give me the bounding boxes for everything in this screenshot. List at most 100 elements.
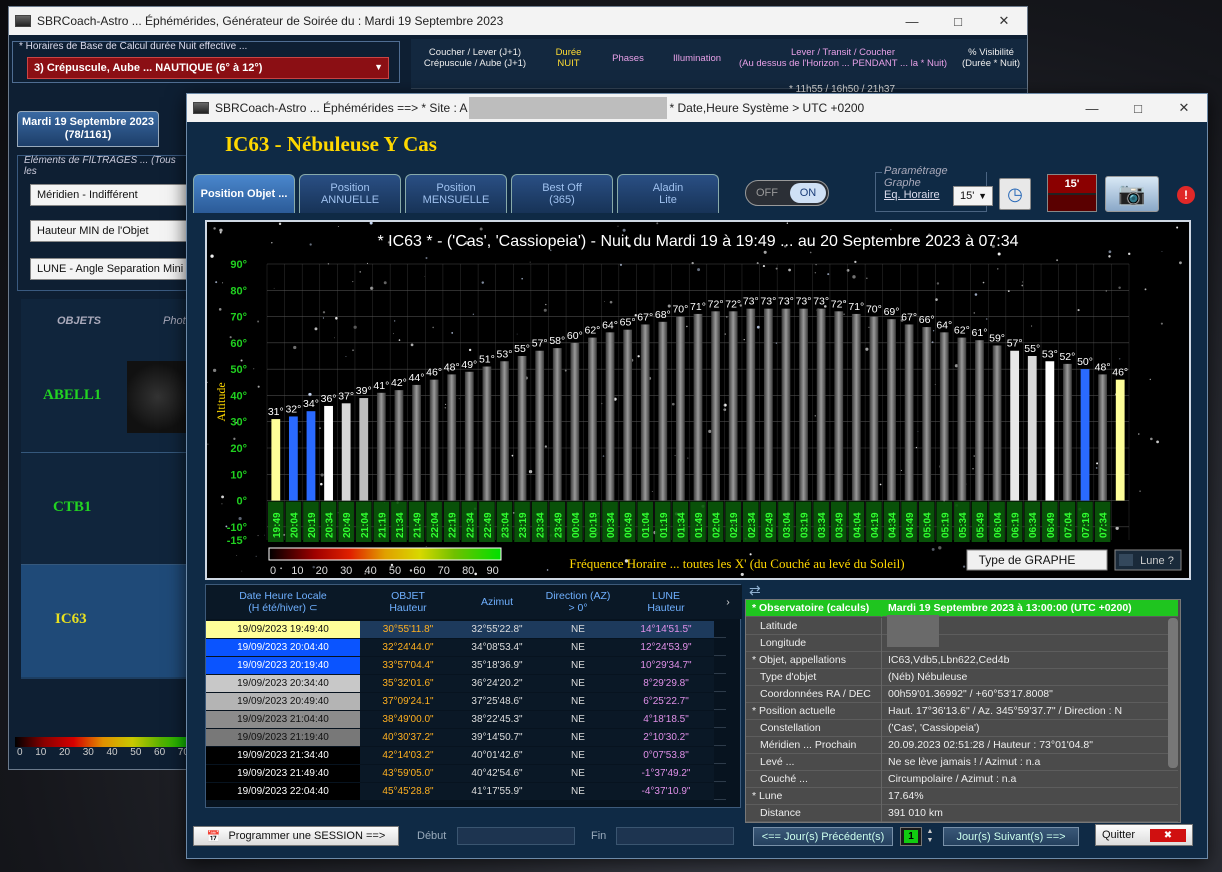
object-row-selected[interactable]: IC63	[21, 565, 189, 677]
x-tick-label: 03:34	[817, 512, 828, 538]
altitude-bar	[728, 311, 738, 501]
table-row[interactable]: 19/09/2023 19:49:40 30°55'11.8" 32°55'22.8…	[206, 621, 726, 638]
col-azimut[interactable]: Azimut	[456, 585, 538, 619]
scale-tick: 50	[130, 747, 142, 758]
crepuscule-select[interactable]: 3) Crépuscule, Aube ... NAUTIQUE (6° à 1…	[27, 57, 389, 79]
swap-arrows-icon[interactable]: ⇄	[749, 582, 761, 599]
close-icon[interactable]: ✕	[1161, 94, 1207, 122]
fin-input[interactable]	[616, 827, 734, 845]
table-row[interactable]: 19/09/2023 21:34:40 42°14'03.2" 40°01'42.6…	[206, 747, 726, 764]
grid-header: Date Heure Locale (H été/hiver) ⊂ OBJET …	[206, 585, 742, 619]
x-tick-label: 00:19	[588, 512, 599, 538]
eq-select[interactable]: 15' ▼	[953, 186, 993, 206]
altitude-bar	[447, 374, 457, 501]
previous-day-button[interactable]: <== Jour(s) Précédent(s)	[753, 827, 893, 846]
col-objet-hauteur[interactable]: OBJET Hauteur	[360, 585, 456, 619]
table-row[interactable]: 19/09/2023 21:49:40 43°59'05.0" 40°42'54.6…	[206, 765, 726, 782]
star	[723, 408, 727, 412]
altitude-bar	[1115, 379, 1125, 501]
table-row[interactable]: 19/09/2023 22:04:40 45°45'28.8" 41°17'55.9…	[206, 783, 726, 800]
object-row[interactable]: ABELL1	[21, 341, 189, 453]
calendar-clock-icon[interactable]: ◷	[999, 178, 1031, 210]
col-lune-hauteur[interactable]: LUNE Hauteur	[618, 585, 714, 619]
star	[516, 333, 518, 335]
x-tick-label: 23:19	[518, 512, 529, 538]
altitude-bar	[711, 311, 720, 501]
redacted-site	[469, 97, 668, 119]
minimize-icon[interactable]: —	[889, 7, 935, 35]
table-row[interactable]: 19/09/2023 20:04:40 32°24'44.0" 34°08'53.4…	[206, 639, 726, 656]
spinner-arrows-icon[interactable]: ▲ ▼	[924, 827, 936, 846]
filter-meridien[interactable]: Méridien - Indifférent	[30, 184, 200, 206]
session-button[interactable]: 📅 Programmer une SESSION ==>	[193, 826, 399, 846]
table-row[interactable]: 19/09/2023 20:19:40 33°57'04.4" 35°18'36.9…	[206, 657, 726, 674]
star	[218, 308, 222, 311]
fg-title-right: * Date,Heure Système > UTC +0200	[669, 101, 865, 115]
cell-azimut: 36°24'20.2"	[456, 675, 538, 692]
star	[409, 569, 413, 572]
table-row[interactable]: 19/09/2023 21:19:40 40°30'37.2" 39°14'50.7…	[206, 729, 726, 746]
altitude-bar	[605, 332, 615, 501]
table-row[interactable]: 19/09/2023 20:34:40 35°32'01.6" 36°24'20.2…	[206, 675, 726, 692]
star	[207, 381, 208, 384]
tab-position-mensuelle[interactable]: Position MENSUELLE	[405, 174, 507, 213]
date-tab[interactable]: Mardi 19 Septembre 2023 (78/1161)	[17, 111, 159, 147]
star	[809, 251, 812, 254]
minimize-icon[interactable]: —	[1069, 94, 1115, 122]
col-direction[interactable]: Direction (AZ) > 0°	[538, 585, 618, 619]
tab-aladin-lite[interactable]: Aladin Lite	[617, 174, 719, 213]
x-tick-label: 06:34	[1028, 512, 1039, 538]
props-header: * Observatoire (calculs) Mardi 19 Septem…	[746, 600, 1178, 617]
on-off-toggle[interactable]: OFF ON	[745, 180, 829, 206]
warning-icon[interactable]: !	[1177, 186, 1195, 204]
altitude-bar	[324, 405, 333, 501]
quit-button[interactable]: Quitter ✖	[1095, 824, 1193, 846]
tab-position-annuelle[interactable]: Position ANNUELLE	[299, 174, 401, 213]
scale-tick-label: 30	[340, 565, 352, 577]
property-row: Constellation ('Cas', 'Cassiopeia')	[746, 720, 1178, 737]
filter-lune[interactable]: LUNE - Angle Separation Mini	[30, 258, 200, 280]
bar-value-label: 73°	[778, 296, 794, 308]
timer-box[interactable]: 15'	[1047, 174, 1097, 212]
object-row[interactable]: CTB1	[21, 453, 189, 565]
star	[814, 415, 816, 417]
tab-bar: Position Objet ... Position ANNUELLE Posi…	[193, 174, 719, 214]
close-icon[interactable]: ✕	[981, 7, 1027, 35]
star	[370, 286, 374, 290]
col-date[interactable]: Date Heure Locale (H été/hiver) ⊂	[206, 585, 360, 619]
tab-position-objet[interactable]: Position Objet ...	[193, 174, 295, 213]
star	[786, 222, 789, 224]
star	[233, 437, 236, 440]
star	[278, 222, 282, 226]
y-tick-label: -15°	[227, 535, 247, 547]
next-day-button[interactable]: Jour(s) Suivant(s) ==>	[943, 827, 1079, 846]
days-spinner[interactable]: 1	[900, 827, 922, 846]
maximize-icon[interactable]: □	[1115, 94, 1161, 122]
toggle-off-label: OFF	[756, 187, 778, 199]
x-tick-label: 22:49	[483, 512, 494, 538]
scale-tick-label: 0	[270, 565, 276, 577]
bar-value-label: 61°	[972, 327, 988, 339]
x-tick-label: 23:04	[500, 512, 511, 538]
bar-value-label: 70°	[672, 304, 688, 316]
camera-icon[interactable]: 📷	[1105, 176, 1159, 212]
altitude-bar	[464, 371, 474, 501]
maximize-icon[interactable]: □	[935, 7, 981, 35]
cell-date: 19/09/2023 22:04:40	[206, 783, 360, 800]
table-row[interactable]: 19/09/2023 21:04:40 38°49'00.0" 38°22'45.3…	[206, 711, 726, 728]
star	[974, 293, 978, 296]
bar-value-label: 59°	[989, 332, 1005, 344]
x-tick-label: 23:49	[553, 512, 564, 538]
debut-input[interactable]	[457, 827, 575, 845]
type-graphe-label: Type de GRAPHE	[979, 553, 1076, 567]
props-scrollbar[interactable]	[1168, 618, 1178, 768]
filter-hauteur[interactable]: Hauteur MIN de l'Objet	[30, 220, 200, 242]
table-row[interactable]: 19/09/2023 20:49:40 37°09'24.1" 37°25'48.6…	[206, 693, 726, 710]
altitude-bar	[781, 308, 791, 501]
cell-objet-hauteur: 33°57'04.4"	[360, 657, 456, 674]
chevron-right-icon[interactable]: ›	[718, 585, 738, 619]
cell-direction: NE	[538, 765, 618, 782]
tab-best-off[interactable]: Best Off (365)	[511, 174, 613, 213]
star	[814, 272, 817, 274]
property-value: IC63,Vdb5,Lbn622,Ced4b	[888, 654, 1010, 666]
